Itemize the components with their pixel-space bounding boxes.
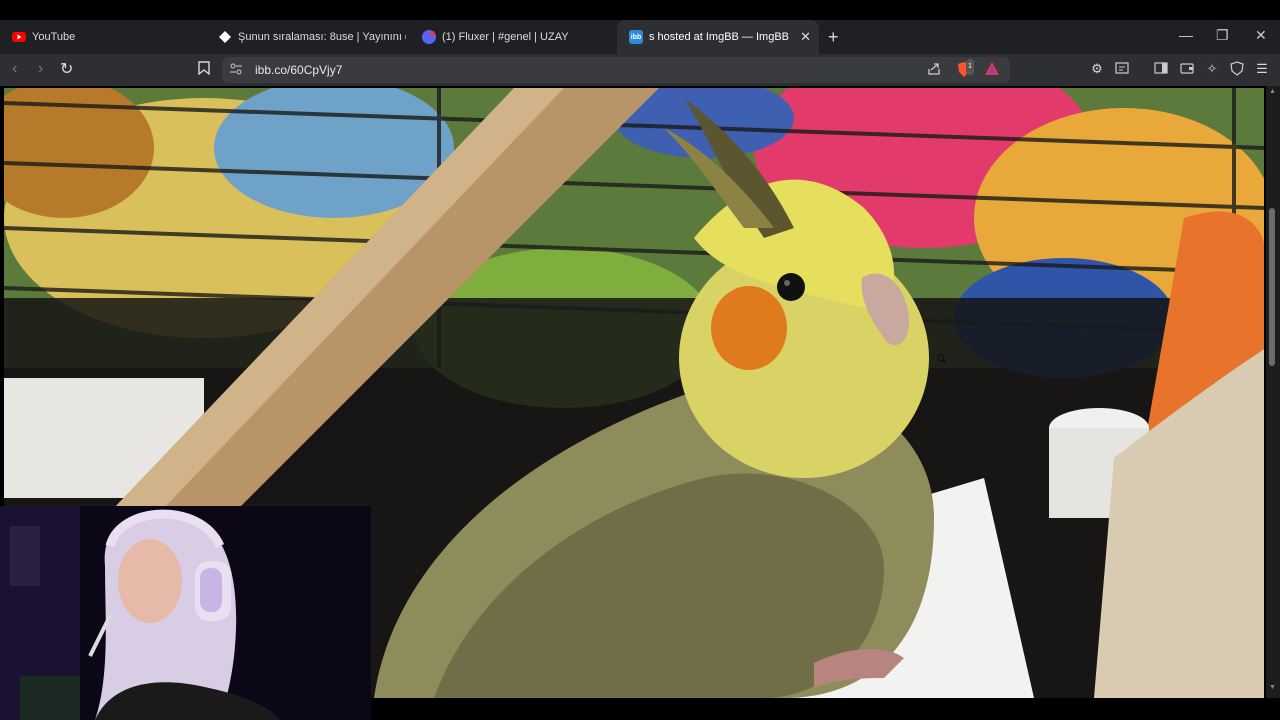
- reload-icon[interactable]: ↻: [60, 59, 73, 79]
- vertical-scrollbar[interactable]: ▲ ▼: [1266, 86, 1280, 698]
- tab-imgbb[interactable]: ibb s hosted at ImgBB — ImgBB ✕: [617, 20, 819, 54]
- address-bar[interactable]: ibb.co/60CpVjy7 1: [222, 57, 1010, 83]
- scroll-down-icon[interactable]: ▼: [1269, 684, 1276, 691]
- new-tab-icon[interactable]: +: [828, 27, 839, 48]
- browser-toolbar: ‹ › ↻ ibb.co/60CpVjy7 1 ⚙ ✧ ☰: [0, 54, 1280, 86]
- minimize-icon[interactable]: —: [1179, 27, 1193, 43]
- site-settings-icon[interactable]: [228, 62, 244, 78]
- extensions-icon[interactable]: ⚙: [1089, 61, 1105, 77]
- zoom-cursor-icon: [937, 351, 947, 364]
- forward-icon[interactable]: ›: [38, 60, 43, 78]
- menu-icon[interactable]: ☰: [1254, 61, 1270, 77]
- restore-icon[interactable]: ❐: [1216, 27, 1229, 44]
- tab-youtube[interactable]: YouTube: [0, 20, 206, 54]
- tab-strip: YouTube Şunun sıralaması: 8use | Yayının…: [0, 20, 1280, 54]
- shield-count-badge: 1: [966, 59, 974, 75]
- screen-top-border: [0, 0, 1280, 20]
- brave-rewards-icon[interactable]: [984, 62, 1000, 78]
- url-text: ibb.co/60CpVjy7: [255, 63, 343, 77]
- sidebar-icon[interactable]: [1153, 61, 1169, 77]
- wallet-icon[interactable]: [1179, 61, 1195, 77]
- leo-ai-icon[interactable]: ✧: [1204, 61, 1220, 77]
- youtube-icon: [12, 30, 26, 44]
- share-icon[interactable]: [926, 62, 942, 78]
- vpn-icon[interactable]: [1229, 61, 1245, 77]
- imgbb-icon: ibb: [629, 30, 643, 44]
- brave-shields-icon[interactable]: 1: [956, 59, 974, 77]
- tab-kick[interactable]: Şunun sıralaması: 8use | Yayınını güçl: [206, 20, 406, 54]
- fluxer-icon: [422, 30, 436, 44]
- tab-label: s hosted at ImgBB — ImgBB: [649, 31, 790, 43]
- back-icon[interactable]: ‹: [12, 60, 17, 78]
- webcam-overlay: [0, 506, 371, 720]
- tab-label: (1) Fluxer | #genel | UZAY: [442, 31, 569, 43]
- kick-icon: [218, 30, 232, 44]
- tab-label: Şunun sıralaması: 8use | Yayınını güçl: [238, 31, 406, 43]
- bookmark-icon[interactable]: [196, 61, 212, 77]
- close-tab-icon[interactable]: ✕: [800, 29, 811, 45]
- scrollbar-thumb[interactable]: [1269, 208, 1275, 366]
- tab-fluxer[interactable]: (1) Fluxer | #genel | UZAY: [410, 20, 610, 54]
- tab-label: YouTube: [32, 31, 76, 43]
- close-window-icon[interactable]: ✕: [1255, 27, 1267, 44]
- reader-mode-icon[interactable]: [1114, 61, 1130, 77]
- scroll-up-icon[interactable]: ▲: [1269, 88, 1276, 95]
